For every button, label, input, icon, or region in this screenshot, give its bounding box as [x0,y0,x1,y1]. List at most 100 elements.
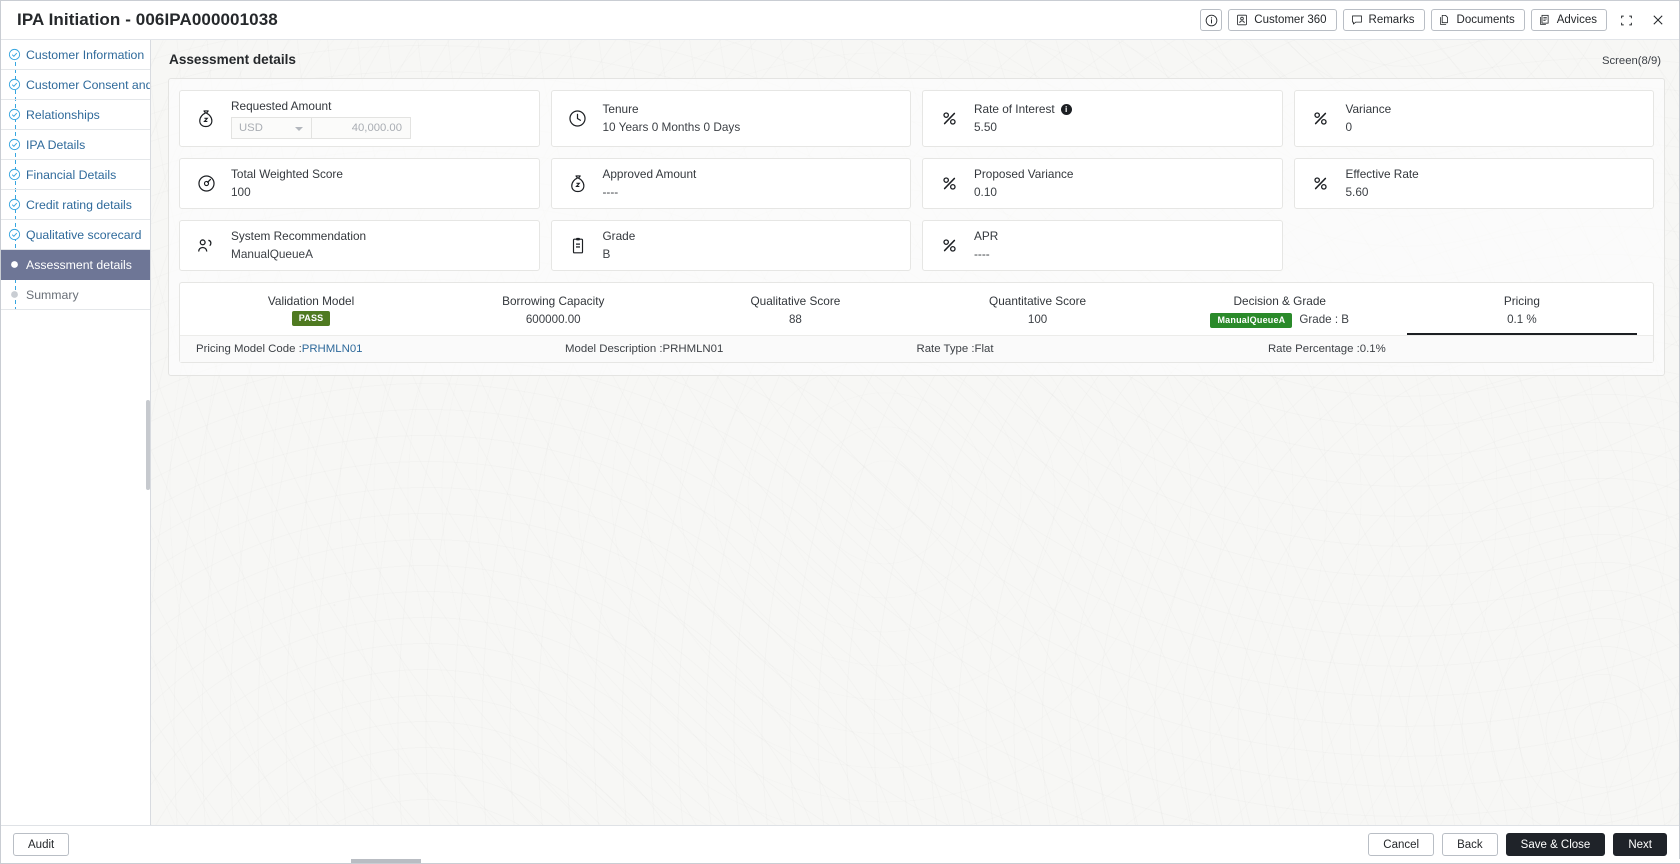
advice-document-icon [1539,14,1549,25]
sidebar-scrollbar-thumb[interactable] [146,400,150,490]
model-description: Model Description :PRHMLN01 [565,343,724,355]
card-value: 0 [1345,120,1353,134]
summary-value: 88 [788,313,802,326]
summary-qualitative-score[interactable]: Qualitative Score 88 [674,293,916,335]
sidebar-item-assessment-details[interactable]: Assessment details [1,250,150,280]
customer-360-button[interactable]: Customer 360 [1228,9,1337,31]
info-tooltip-icon[interactable]: i [1060,103,1072,115]
minimize-button[interactable] [1613,7,1639,33]
card-value: 100 [231,185,251,199]
card-body: Proposed Variance 0.10 [974,166,1270,201]
main-content: Assessment details Screen(8/9) Requested… [151,40,1679,825]
documents-icon [1439,14,1448,25]
sidebar-label: Customer Information [26,47,145,62]
card-body: Tenure 10 Years 0 Months 0 Days [603,101,899,136]
sidebar-item-customer-information[interactable]: Customer Information [1,40,150,70]
stepper-sidebar: Customer Information Customer Consent an… [1,40,151,825]
cancel-button[interactable]: Cancel [1368,833,1435,856]
horizontal-scrollbar-thumb[interactable] [351,859,421,863]
card-body: System Recommendation ManualQueueA [231,228,527,263]
user-card-icon [1237,14,1248,26]
gauge-icon [193,173,219,194]
sidebar-item-customer-consent[interactable]: Customer Consent and ... [1,70,150,100]
chevron-down-icon [295,127,303,131]
sidebar-item-financial-details[interactable]: Financial Details [1,160,150,190]
check-circle-icon [8,108,21,121]
card-body: APR ---- [974,228,1270,263]
currency-value: USD [239,122,263,134]
summary-decision-grade[interactable]: Decision & Grade ManualQueueA Grade : B [1159,293,1401,335]
next-button[interactable]: Next [1613,833,1667,856]
card-body: Variance 0 [1346,101,1642,136]
save-and-close-button[interactable]: Save & Close [1505,833,1606,856]
sidebar-label: IPA Details [26,137,86,152]
rate-type: Rate Type :Flat [916,343,994,355]
info-circle-icon [1205,14,1218,26]
close-icon [1653,15,1663,25]
card-variance: Variance 0 [1293,90,1654,147]
requested-amount-input[interactable] [311,117,411,139]
sidebar-label: Customer Consent and [26,77,150,92]
card-grade: Grade B [550,220,911,271]
active-tab-underline [1406,333,1637,335]
currency-select[interactable]: USD [231,117,311,139]
grade-text: Grade : B [1299,313,1350,326]
card-value: 5.50 [974,120,997,134]
summary-validation-model[interactable]: Validation Model PASS [190,293,432,335]
speech-bubble-icon [1351,15,1362,25]
advices-button[interactable]: Advices [1530,9,1607,31]
card-label: APR [974,229,999,243]
card-label: Total Weighted Score [231,167,343,181]
sidebar-item-qualitative-scorecard[interactable]: Qualitative scorecard [1,220,150,250]
section-title: Assessment details [169,52,296,67]
check-circle-icon [8,168,21,181]
card-label: Approved Amount [602,167,697,181]
clock-icon [565,108,591,129]
sidebar-item-ipa-details[interactable]: IPA Details [1,130,150,160]
summary-head: Decision & Grade [1233,294,1326,308]
check-circle-icon [8,138,21,151]
titlebar-actions: Customer 360 Remarks Documents Advices [1200,7,1671,33]
card-body: Grade B [603,228,899,263]
card-system-recommendation: System Recommendation ManualQueueA [179,220,540,271]
card-body: Requested Amount USD [231,98,527,139]
customer-360-label: Customer 360 [1254,14,1327,26]
rate-percentage: Rate Percentage :0.1% [1267,343,1386,355]
summary-value: ManualQueueA Grade : B [1159,311,1401,329]
sidebar-item-relationships[interactable]: Relationships [1,100,150,130]
money-bag-icon [565,173,591,195]
pricing-model-code-label: Pricing Model Code : [196,343,302,355]
check-circle-icon [8,78,21,91]
summary-quantitative-score[interactable]: Quantitative Score 100 [917,293,1159,335]
decision-badge: ManualQueueA [1210,312,1293,328]
sidebar-item-summary[interactable]: Summary [1,280,150,310]
summary-value: 100 [1027,313,1048,326]
sidebar-item-credit-rating-details[interactable]: Credit rating details [1,190,150,220]
card-value: ---- [974,247,990,261]
summary-borrowing-capacity[interactable]: Borrowing Capacity 600000.00 [432,293,674,335]
card-tenure: Tenure 10 Years 0 Months 0 Days [550,90,911,147]
card-value: B [602,247,611,261]
info-button[interactable] [1200,9,1223,31]
documents-label: Documents [1456,14,1515,26]
card-label: Grade [602,229,636,243]
advices-label: Advices [1556,14,1597,26]
documents-button[interactable]: Documents [1430,9,1525,31]
assessment-panel: Requested Amount USD 40,000.00 Tenure 10… [168,78,1665,376]
card-label: Rate of Interest i [974,101,1270,117]
card-label: Proposed Variance [974,167,1074,181]
summary-pricing[interactable]: Pricing 0.1 % [1401,293,1643,335]
summary-value: 600000.00 [525,313,581,326]
remarks-button[interactable]: Remarks [1342,9,1425,31]
status-badge: PASS [291,311,331,326]
clipboard-icon [565,236,591,256]
screen-counter: Screen(8/9) [1601,55,1661,67]
percent-icon [936,108,962,129]
card-effective-rate: Effective Rate 5.60 [1293,158,1654,209]
remarks-label: Remarks [1368,14,1415,26]
summary-head: Quantitative Score [989,294,1087,308]
sidebar-label: Credit rating details [26,197,132,212]
audit-button[interactable]: Audit [13,833,70,856]
back-button[interactable]: Back [1442,833,1498,856]
close-button[interactable] [1645,7,1671,33]
